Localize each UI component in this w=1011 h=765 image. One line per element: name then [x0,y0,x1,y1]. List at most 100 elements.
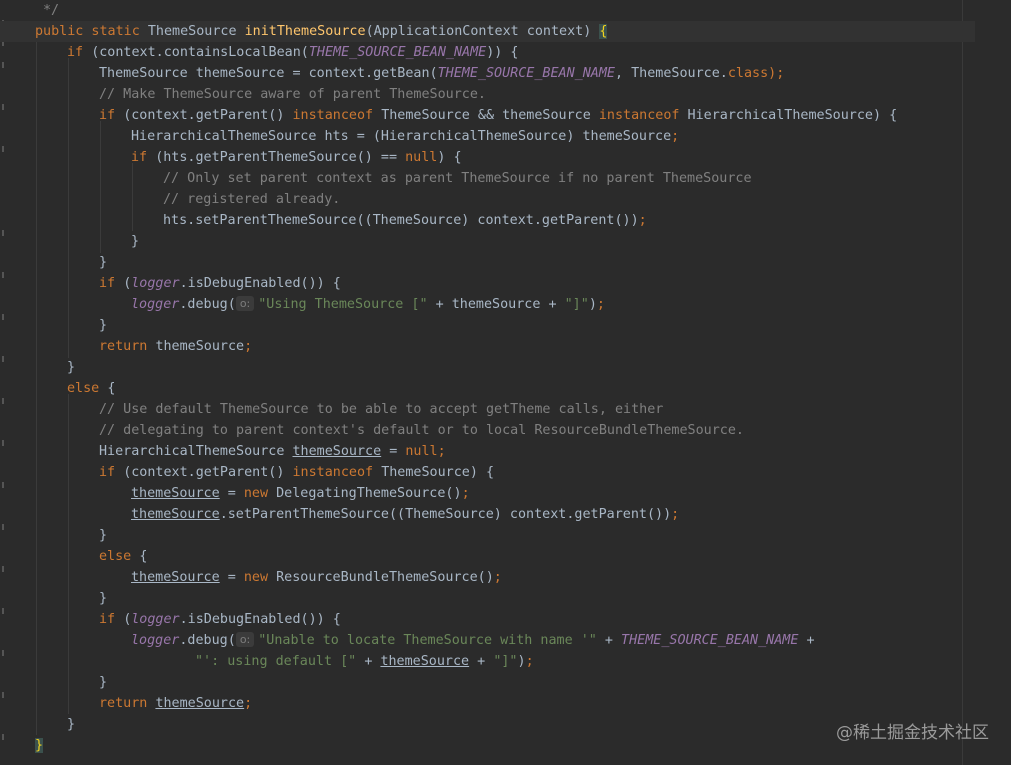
code-text: HierarchicalThemeSource) { [687,108,898,123]
keyword-text: else [99,549,140,564]
code-text: + [364,654,381,669]
gutter-fold-marker[interactable] [2,356,4,362]
code-text: = [219,486,244,501]
code-text: + [604,633,622,648]
code-text: } [99,528,108,543]
code-text: ResourceBundleThemeSource() [276,570,494,585]
variable-text: themeSource [131,486,220,501]
gutter-fold-marker[interactable] [2,692,4,698]
code-text: .isDebugEnabled()) { [179,276,341,291]
code-text: = [381,444,406,459]
code-text: = [219,570,244,585]
code-line-current[interactable]: public static ThemeSource initThemeSourc… [0,21,975,42]
code-line[interactable]: // Use default ThemeSource to be able to… [99,399,663,420]
code-text: .debug( [179,297,236,312]
right-margin-guide [962,0,963,765]
code-text: + themeSource + [435,297,565,312]
code-line[interactable]: themeSource = new ResourceBundleThemeSou… [131,567,502,588]
comment-text: // Only set parent context as parent The… [163,171,752,186]
gutter-fold-marker[interactable] [2,104,4,110]
code-line[interactable]: ThemeSource themeSource = context.getBea… [99,63,784,84]
code-line[interactable]: // registered already. [163,189,340,210]
code-text: + [469,654,494,669]
gutter-fold-marker[interactable] [2,482,4,488]
gutter-fold-marker[interactable] [2,524,4,530]
constant-text: THEME_SOURCE_BEAN_NAME [621,633,799,648]
code-line[interactable]: "': using default [" + themeSource + "]"… [195,651,534,672]
code-line[interactable]: hts.setParentThemeSource((ThemeSource) c… [163,210,647,231]
code-editor[interactable]: */ public static ThemeSource initThemeSo… [0,0,1011,765]
keyword-text: return [99,339,156,354]
code-line[interactable]: } [99,588,107,609]
code-line[interactable]: if (logger.isDebugEnabled()) { [99,609,341,630]
code-text: } [99,591,108,606]
code-line[interactable]: themeSource.setParentThemeSource((ThemeS… [131,504,679,525]
string-text: "': using default [" [195,654,365,669]
constant-text: THEME_SOURCE_BEAN_NAME [308,45,487,60]
variable-text: themeSource [380,654,470,669]
code-line[interactable]: } [67,714,75,735]
code-text: .setParentThemeSource((ThemeSource) cont… [219,507,672,522]
code-text: themeSource [155,339,245,354]
code-line[interactable]: */ [43,0,59,21]
gutter-fold-marker[interactable] [2,146,4,152]
code-line[interactable]: if (hts.getParentThemeSource() == null) … [131,147,462,168]
code-line[interactable]: // Make ThemeSource aware of parent Them… [99,84,486,105]
code-line[interactable]: // delegating to parent context's defaul… [99,420,744,441]
code-text: { [107,381,116,396]
gutter-fold-marker[interactable] [2,230,4,236]
params-text: (ApplicationContext context) [365,24,600,39]
gutter-fold-marker[interactable] [2,734,4,740]
code-text: ) [588,297,597,312]
code-line[interactable]: themeSource = new DelegatingThemeSource(… [131,483,470,504]
gutter-fold-marker[interactable] [2,272,4,278]
indent-guide [132,163,133,231]
code-line[interactable]: else { [99,546,147,567]
code-line[interactable]: } [99,672,107,693]
code-text: ; [671,507,680,522]
code-text: DelegatingThemeSource() [276,486,462,501]
gutter-fold-marker[interactable] [2,566,4,572]
code-text: } [67,360,76,375]
comment-text: // Make ThemeSource aware of parent Them… [99,87,486,102]
code-text: HierarchicalThemeSource [99,444,293,459]
keyword-text: if [99,276,124,291]
gutter-fold-marker[interactable] [2,440,4,446]
code-line[interactable]: } [67,357,75,378]
code-line[interactable]: // Only set parent context as parent The… [163,168,752,189]
field-text: logger [131,276,180,291]
code-line[interactable]: if (logger.isDebugEnabled()) { [99,273,341,294]
code-text: ) [517,654,526,669]
keyword-text: instanceof [292,108,382,123]
code-line[interactable]: if (context.containsLocalBean(THEME_SOUR… [67,42,518,63]
code-line[interactable]: HierarchicalThemeSource hts = (Hierarchi… [131,126,679,147]
keyword-text: if [67,45,92,60]
variable-text: themeSource [131,507,220,522]
comment-text: */ [43,3,60,18]
gutter-fold-marker[interactable] [2,62,4,68]
code-line[interactable]: if (context.getParent() instanceof Theme… [99,462,494,483]
gutter-fold-marker[interactable] [2,608,4,614]
code-line[interactable]: } [99,315,107,336]
code-line[interactable]: if (context.getParent() instanceof Theme… [99,105,897,126]
code-text: ; [437,444,446,459]
code-line[interactable]: logger.debug(o: "Using ThemeSource [" + t… [131,294,605,315]
keyword-text: if [131,150,156,165]
indent-guide [36,37,37,735]
gutter-fold-marker[interactable] [2,398,4,404]
code-line[interactable]: else { [67,378,115,399]
code-line[interactable]: } [99,252,107,273]
code-line[interactable]: } [131,231,139,252]
code-line[interactable]: } [35,735,44,756]
code-line[interactable]: return themeSource; [99,693,252,714]
code-text: HierarchicalThemeSource hts = (Hierarchi… [131,129,672,144]
code-line[interactable]: HierarchicalThemeSource themeSource = nu… [99,441,446,462]
code-line[interactable]: return themeSource; [99,336,252,357]
code-line[interactable]: logger.debug(o: "Unable to locate ThemeSo… [131,630,815,651]
code-text: } [99,255,108,270]
editor-gutter[interactable] [0,0,22,765]
keyword-text: else [67,381,108,396]
gutter-fold-marker[interactable] [2,314,4,320]
code-line[interactable]: } [99,525,107,546]
gutter-fold-marker[interactable] [2,650,4,656]
